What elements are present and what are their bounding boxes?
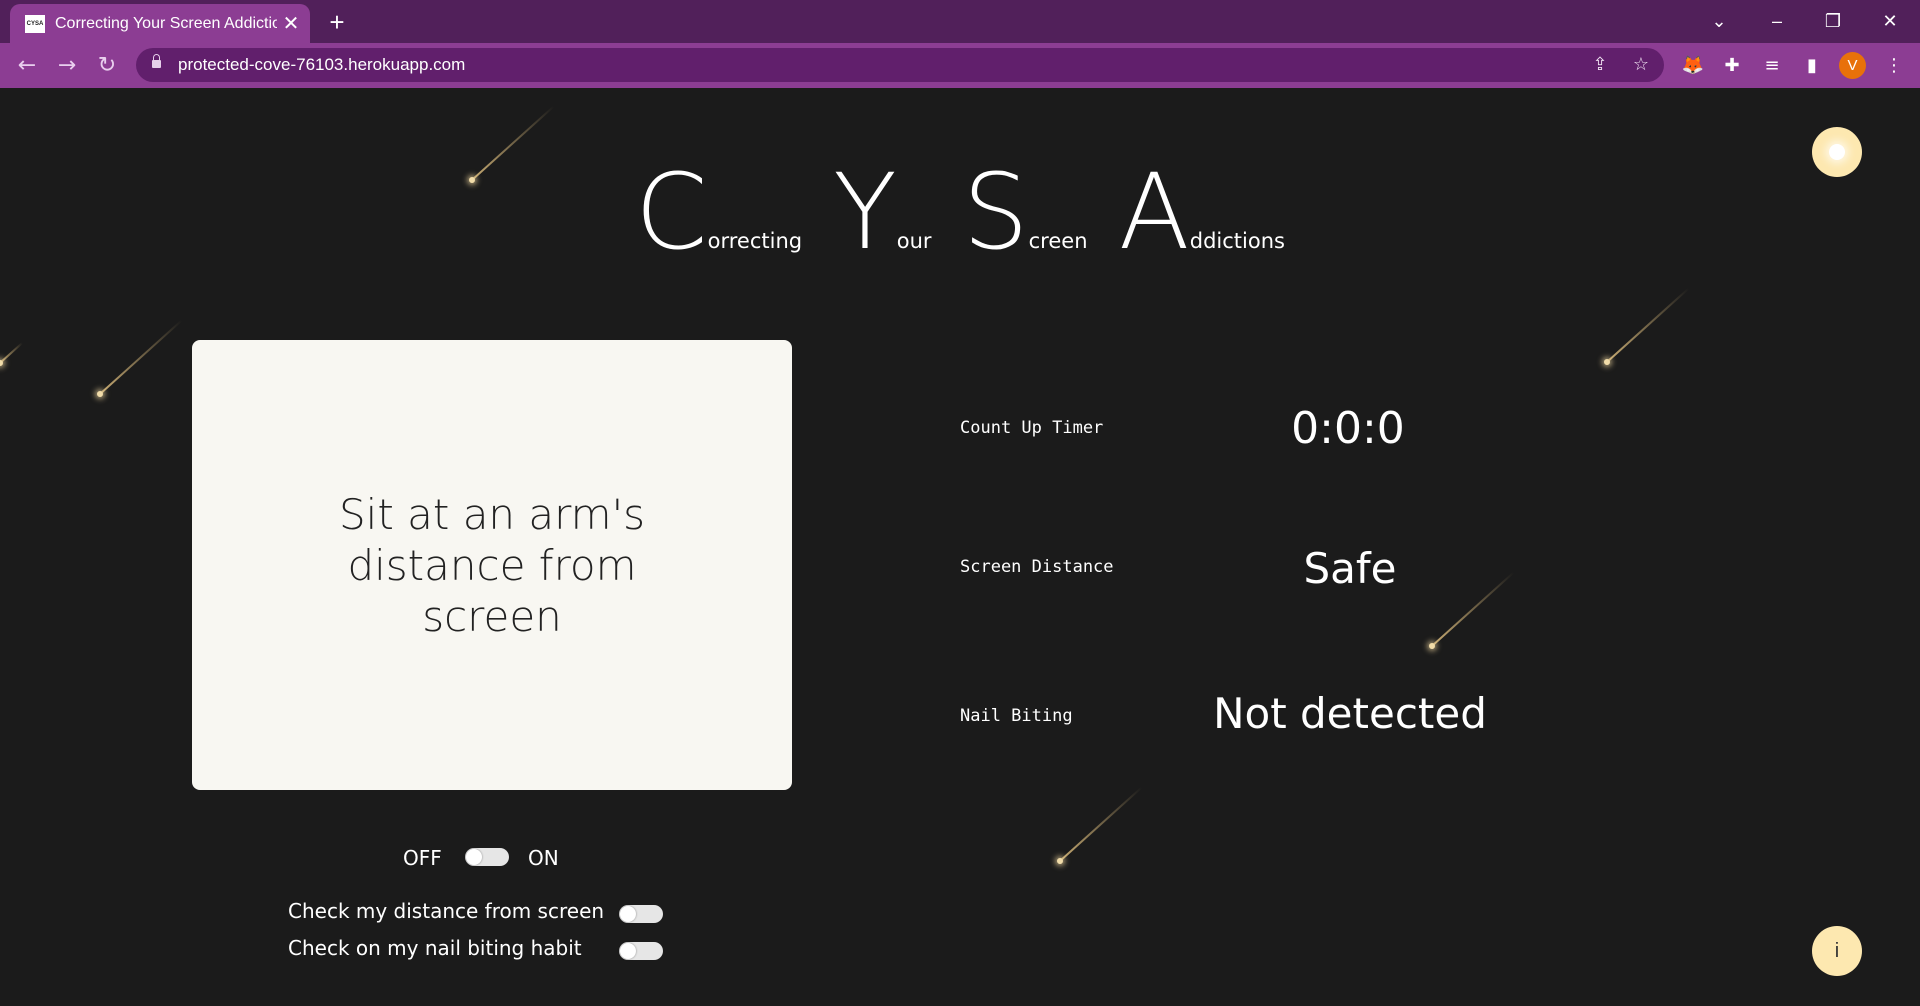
address-bar[interactable]: protected-cove-76103.herokuapp.com ⇪ ☆: [136, 48, 1664, 82]
title-word-rest: our: [896, 229, 932, 253]
check-nail-label: Check on my nail biting habit: [288, 936, 582, 960]
tab-search-icon[interactable]: ⌄: [1701, 6, 1737, 36]
bookmark-star-icon[interactable]: ☆: [1628, 52, 1654, 78]
off-label: OFF: [403, 846, 442, 870]
shooting-star-decoration: [1606, 287, 1690, 363]
screen-distance-value: Safe: [1303, 544, 1397, 593]
tab-title: Correcting Your Screen Addiction: [55, 15, 277, 32]
browser-menu-icon[interactable]: ⋮: [1880, 52, 1908, 80]
master-toggle-switch[interactable]: [465, 848, 509, 866]
sun-icon: [1829, 144, 1845, 160]
switch-knob: [466, 849, 482, 865]
close-window-button[interactable]: ✕: [1872, 6, 1908, 36]
title-initial-c: C: [635, 151, 708, 273]
check-distance-label: Check my distance from screen: [288, 899, 605, 923]
timer-label: Count Up Timer: [960, 418, 1104, 438]
shooting-star-decoration: [1059, 786, 1143, 862]
advice-message: Sit at an arm's distance from screen: [338, 489, 646, 641]
new-tab-button[interactable]: +: [324, 9, 350, 35]
url-text[interactable]: protected-cove-76103.herokuapp.com: [178, 55, 465, 75]
title-word-rest: creen: [1028, 229, 1088, 253]
screen-distance-label: Screen Distance: [960, 557, 1114, 577]
page-content: Correcting Your Screen Addictions Sit at…: [0, 88, 1920, 1006]
lock-icon[interactable]: [152, 54, 161, 68]
metamask-extension-icon[interactable]: 🦊: [1679, 52, 1707, 80]
extensions-puzzle-icon[interactable]: ✚: [1718, 52, 1746, 80]
nail-biting-label: Nail Biting: [960, 706, 1073, 726]
reload-button[interactable]: ↻: [92, 51, 122, 81]
info-button[interactable]: i: [1812, 926, 1862, 976]
check-distance-toggle[interactable]: [619, 905, 663, 923]
browser-tab-bar: CYSA Correcting Your Screen Addiction ✕ …: [0, 0, 1920, 43]
switch-knob: [620, 943, 636, 959]
theme-toggle-button[interactable]: [1812, 127, 1862, 177]
minimize-button[interactable]: –: [1759, 6, 1795, 36]
shooting-star-decoration: [0, 342, 23, 364]
nail-biting-value: Not detected: [1213, 689, 1487, 738]
share-icon[interactable]: ⇪: [1587, 52, 1613, 78]
forward-button[interactable]: →: [52, 51, 82, 81]
on-label: ON: [528, 846, 559, 870]
check-nail-toggle[interactable]: [619, 942, 663, 960]
media-queue-icon[interactable]: ≡: [1758, 52, 1786, 80]
tab-close-icon[interactable]: ✕: [280, 13, 302, 35]
timer-value: 0:0:0: [1291, 403, 1405, 454]
browser-tab[interactable]: CYSA Correcting Your Screen Addiction ✕: [10, 4, 310, 43]
title-word-rest: ddictions: [1189, 229, 1285, 253]
profile-avatar[interactable]: V: [1839, 52, 1866, 79]
side-panel-icon[interactable]: ▮: [1798, 52, 1826, 80]
restore-button[interactable]: ❐: [1815, 6, 1851, 36]
title-initial-s: S: [962, 151, 1029, 273]
page-title: Correcting Your Screen Addictions: [0, 160, 1920, 264]
switch-knob: [620, 906, 636, 922]
browser-toolbar: ← → ↻ protected-cove-76103.herokuapp.com…: [0, 43, 1920, 88]
favicon-icon: CYSA: [25, 15, 45, 33]
back-button[interactable]: ←: [12, 51, 42, 81]
advice-card: Sit at an arm's distance from screen: [192, 340, 792, 790]
shooting-star-decoration: [99, 319, 183, 395]
title-initial-y: Y: [833, 151, 897, 273]
title-word-rest: orrecting: [707, 229, 803, 253]
title-initial-a: A: [1118, 151, 1190, 273]
